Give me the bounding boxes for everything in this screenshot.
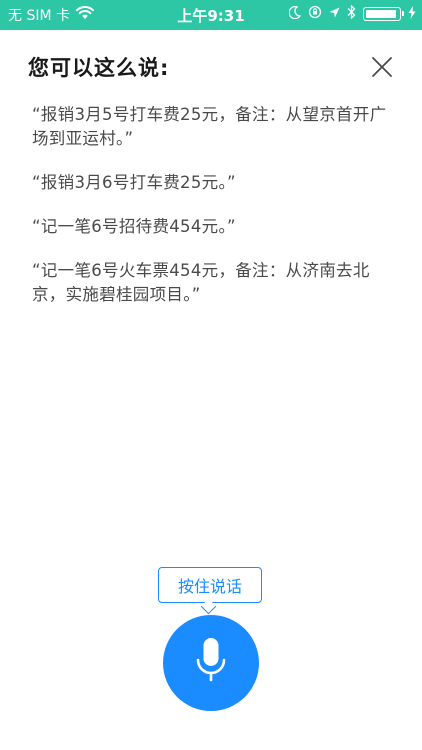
status-bar-right (288, 4, 416, 23)
orientation-lock-icon (308, 5, 322, 23)
bluetooth-icon (347, 4, 356, 23)
example-phrase: “报销3月5号打车费25元，备注：从望京首开广场到亚运村。” (32, 105, 387, 148)
voice-input-button[interactable] (163, 615, 259, 711)
example-phrase: “报销3月6号打车费25元。” (32, 173, 236, 192)
microphone-icon (191, 635, 231, 691)
close-icon (370, 57, 394, 83)
close-button[interactable] (370, 55, 394, 79)
status-bar: 无 SIM 卡 上午9:31 (0, 0, 422, 30)
charging-icon (408, 5, 416, 23)
page-title: 您可以这么说: (28, 56, 170, 80)
moon-icon (288, 5, 302, 23)
location-icon (329, 6, 340, 22)
example-phrase: “记一笔6号火车票454元，备注：从济南去北京，实施碧桂园项目。” (32, 261, 370, 304)
hold-to-talk-tooltip: 按住说话 (158, 567, 262, 603)
battery-cap (402, 11, 404, 16)
example-phrase: “记一笔6号招待费454元。” (32, 217, 236, 236)
battery-icon (363, 7, 404, 21)
battery-level (366, 10, 396, 18)
example-phrases-list: “报销3月5号打车费25元，备注：从望京首开广场到亚运村。” “报销3月6号打车… (32, 103, 392, 327)
